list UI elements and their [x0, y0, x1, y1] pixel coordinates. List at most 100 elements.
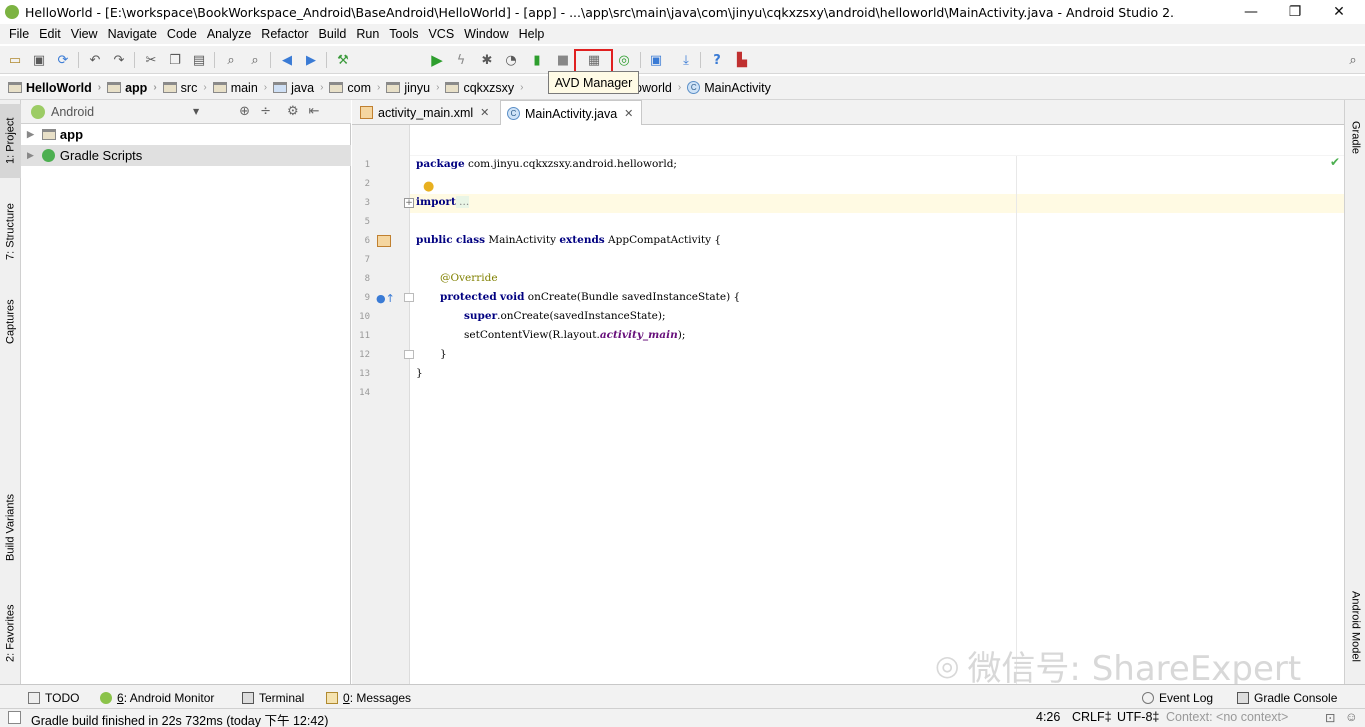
scroll-from-source-icon[interactable]: ⊕ — [239, 104, 250, 119]
context-indicator[interactable]: Context: <no context> — [1166, 710, 1288, 724]
sdk-download-icon[interactable]: ⤓ — [677, 51, 695, 69]
search-everywhere-icon[interactable]: ⌕ — [1344, 51, 1362, 69]
tab-mainactivity-java[interactable]: C MainActivity.java ✕ — [500, 100, 642, 126]
file-encoding[interactable]: UTF-8‡ — [1117, 710, 1159, 724]
right-tool-strip: Gradle Android Model — [1344, 100, 1365, 684]
breadcrumb-item[interactable]: com › — [329, 81, 380, 95]
restore-button[interactable]: ❐ — [1272, 0, 1318, 24]
tool-tab-favorites[interactable]: 2: Favorites — [0, 592, 21, 674]
menu-analyze[interactable]: Analyze — [202, 27, 256, 41]
breadcrumb-item[interactable]: jinyu › — [386, 81, 439, 95]
breadcrumb-item[interactable]: src › — [162, 81, 207, 95]
caret-position[interactable]: 4:26 — [1036, 710, 1060, 724]
breadcrumb-item[interactable]: cqkxzsxy › — [445, 81, 523, 95]
menu-file[interactable]: File — [4, 27, 34, 41]
inspector-icon[interactable]: ☺ — [1345, 710, 1358, 724]
tool-tab-todo[interactable]: TODO — [28, 689, 79, 706]
folder-icon — [107, 82, 122, 93]
tool-tab-terminal[interactable]: Terminal — [242, 689, 304, 706]
breadcrumb-item-mainactivity[interactable]: C MainActivity — [687, 81, 771, 95]
make-project-icon[interactable]: ⚒ — [334, 51, 352, 69]
fold-icon[interactable] — [404, 293, 414, 302]
menu-view[interactable]: View — [66, 27, 103, 41]
tool-tab-captures[interactable]: Captures — [0, 290, 21, 354]
gear-icon[interactable]: ⚙ — [287, 104, 299, 119]
fold-expand-icon[interactable]: + — [404, 198, 414, 208]
breadcrumb-item[interactable]: java › — [273, 81, 323, 95]
breadcrumb-item[interactable]: HelloWorld › — [8, 81, 101, 95]
tool-tab-messages[interactable]: 0: Messages — [326, 689, 411, 706]
run-icon[interactable]: ▶ — [428, 51, 446, 69]
menu-vcs[interactable]: VCS — [423, 27, 459, 41]
collapse-all-icon[interactable]: ÷ — [260, 104, 271, 119]
chevron-right-icon: › — [677, 82, 682, 93]
tree-item-gradle-scripts[interactable]: ▶ Gradle Scripts — [21, 145, 351, 166]
chevron-down-icon[interactable]: ▼ — [193, 107, 199, 116]
copy-icon[interactable]: ❐ — [166, 51, 184, 69]
menu-navigate[interactable]: Navigate — [103, 27, 162, 41]
instant-run-icon[interactable]: ϟ — [452, 51, 470, 69]
menu-code[interactable]: Code — [162, 27, 202, 41]
layout-icon[interactable] — [377, 235, 391, 247]
minimize-button[interactable]: — — [1228, 0, 1274, 24]
expand-arrow-icon[interactable]: ▶ — [27, 150, 34, 161]
hide-icon[interactable]: ⇤ — [309, 104, 320, 119]
open-folder-icon[interactable]: ▭ — [6, 51, 24, 69]
project-structure-icon[interactable]: ▣ — [647, 51, 665, 69]
lock-icon[interactable]: ⊡ — [1325, 710, 1335, 725]
stop-icon[interactable]: ■ — [554, 51, 572, 69]
find-icon[interactable]: ⌕ — [222, 51, 240, 69]
menu-edit[interactable]: Edit — [34, 27, 66, 41]
tool-tab-structure[interactable]: 7: Structure — [0, 192, 21, 272]
tool-tab-gradle-console[interactable]: Gradle Console — [1237, 689, 1337, 706]
menu-build[interactable]: Build — [314, 27, 352, 41]
fold-icon[interactable] — [404, 350, 414, 359]
debug-icon[interactable]: ✱ — [478, 51, 496, 69]
tool-tab-build-variants[interactable]: Build Variants — [0, 480, 21, 574]
tool-tab-project[interactable]: 1: Project — [0, 104, 21, 178]
close-tab-icon[interactable]: ✕ — [480, 106, 489, 119]
menu-help[interactable]: Help — [514, 27, 550, 41]
forward-icon[interactable]: ▶ — [302, 51, 320, 69]
lightbulb-icon[interactable]: ● — [423, 179, 434, 194]
tool-tab-android-monitor[interactable]: 6: Android Monitor — [100, 689, 214, 706]
override-icon[interactable]: ●↑ — [376, 292, 395, 305]
attach-debugger-icon[interactable]: ▮ — [528, 51, 546, 69]
avd-manager-tooltip: AVD Manager — [548, 71, 639, 94]
breadcrumb-item[interactable]: main › — [212, 81, 267, 95]
menu-run[interactable]: Run — [351, 27, 384, 41]
menu-refactor[interactable]: Refactor — [256, 27, 313, 41]
close-tab-icon[interactable]: ✕ — [624, 107, 633, 120]
code-editor[interactable] — [410, 125, 1344, 684]
line-number: 14 — [359, 388, 370, 398]
tool-tab-event-log[interactable]: Event Log — [1142, 689, 1213, 706]
tool-tab-android-model[interactable]: Android Model — [1345, 576, 1365, 676]
menu-tools[interactable]: Tools — [384, 27, 423, 41]
redo-icon[interactable]: ↷ — [110, 51, 128, 69]
save-all-icon[interactable]: ▣ — [30, 51, 48, 69]
undo-icon[interactable]: ↶ — [86, 51, 104, 69]
menu-window[interactable]: Window — [459, 27, 513, 41]
back-icon[interactable]: ◀ — [278, 51, 296, 69]
view-mode-dropdown[interactable]: Android — [51, 105, 193, 119]
paste-icon[interactable]: ▤ — [190, 51, 208, 69]
window-title: HelloWorld - [E:\workspace\BookWorkspace… — [25, 4, 1175, 20]
tool-tab-gradle[interactable]: Gradle — [1345, 108, 1365, 168]
code-line: super.onCreate(savedInstanceState); — [464, 310, 666, 322]
close-button[interactable]: ✕ — [1316, 0, 1362, 24]
sdk-manager-icon[interactable]: ◎ — [615, 51, 633, 69]
tab-activity-main-xml[interactable]: activity_main.xml ✕ — [354, 100, 498, 125]
tree-item-app[interactable]: ▶ app — [21, 124, 351, 145]
code-line: import ... — [416, 196, 470, 208]
help-icon[interactable]: ? — [708, 51, 726, 69]
line-separator[interactable]: CRLF‡ — [1072, 710, 1112, 724]
profile-icon[interactable]: ◔ — [502, 51, 520, 69]
breadcrumb-item[interactable]: app › — [107, 81, 157, 95]
expand-arrow-icon[interactable]: ▶ — [27, 129, 34, 140]
replace-icon[interactable]: ⌕ — [246, 51, 264, 69]
device-monitor-icon[interactable]: ▙ — [733, 51, 751, 69]
status-message[interactable]: Gradle build finished in 22s 732ms (toda… — [31, 710, 328, 727]
tool-windows-icon[interactable] — [8, 711, 21, 724]
cut-icon[interactable]: ✂ — [142, 51, 160, 69]
sync-icon[interactable]: ⟳ — [54, 51, 72, 69]
